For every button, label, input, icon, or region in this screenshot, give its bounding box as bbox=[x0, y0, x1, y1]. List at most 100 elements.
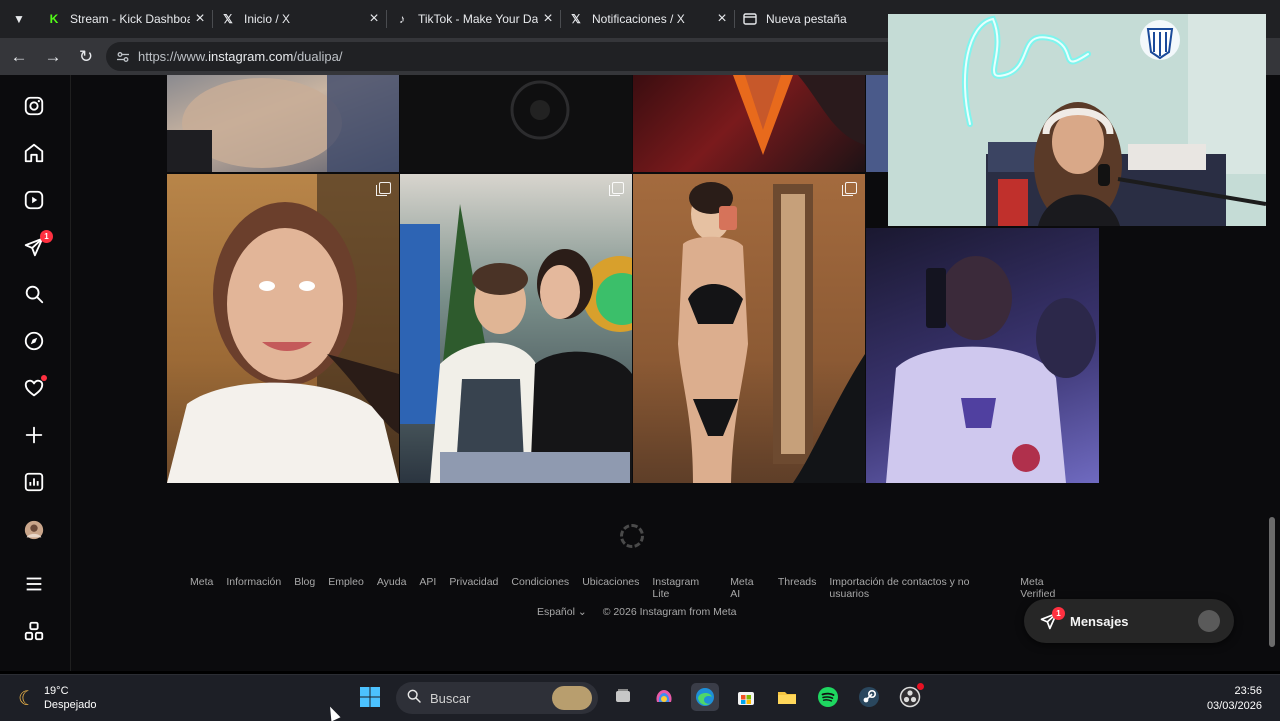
tab-label: Nueva pestaña bbox=[766, 12, 847, 26]
post-thumbnail[interactable] bbox=[633, 174, 865, 483]
system-clock[interactable]: 23:56 03/03/2026 bbox=[1207, 684, 1262, 714]
footer-link[interactable]: Ayuda bbox=[377, 576, 407, 600]
reload-icon[interactable]: ↻ bbox=[73, 44, 99, 70]
new-tab-icon bbox=[742, 11, 758, 27]
scrollbar[interactable] bbox=[1268, 75, 1276, 671]
close-tab-icon[interactable]: × bbox=[190, 10, 210, 28]
tab-kick-dashboard[interactable]: K Stream - Kick Dashboard × bbox=[38, 4, 210, 34]
messages-badge: 1 bbox=[1052, 607, 1065, 620]
post-thumbnail[interactable] bbox=[400, 174, 632, 483]
weather-temperature: 19°C bbox=[43, 685, 69, 697]
scroll-thumb[interactable] bbox=[1269, 517, 1275, 647]
windows-start-icon[interactable] bbox=[356, 683, 384, 711]
tab-label: Notificaciones / X bbox=[592, 12, 685, 26]
url-prefix: https://www. bbox=[138, 49, 209, 64]
copilot-icon[interactable] bbox=[650, 683, 678, 711]
direct-icon: 1 bbox=[1038, 607, 1065, 632]
more-menu-icon[interactable] bbox=[20, 570, 48, 598]
direct-icon[interactable]: 1 bbox=[20, 230, 53, 261]
post-thumbnail[interactable] bbox=[866, 75, 888, 172]
dashboard-icon[interactable] bbox=[20, 468, 48, 496]
post-thumbnail[interactable] bbox=[633, 75, 865, 172]
tab-nueva-pestana[interactable]: Nueva pestaña bbox=[734, 4, 884, 34]
footer-link[interactable]: Información bbox=[226, 576, 281, 600]
post-thumbnail[interactable] bbox=[167, 75, 399, 172]
language-label: Español bbox=[537, 606, 575, 618]
carousel-icon bbox=[842, 182, 857, 196]
url-host: instagram.com bbox=[208, 49, 294, 64]
clock-time: 23:56 bbox=[1234, 685, 1262, 697]
instagram-logo-icon[interactable] bbox=[20, 92, 48, 120]
microsoft-store-icon[interactable] bbox=[732, 683, 760, 711]
footer-link[interactable]: Empleo bbox=[328, 576, 364, 600]
back-arrow-icon[interactable]: ← bbox=[6, 44, 32, 70]
avatar bbox=[1198, 610, 1220, 632]
footer-meta: Español ⌄ © 2026 Instagram from Meta bbox=[537, 606, 736, 618]
post-thumbnail[interactable] bbox=[400, 75, 632, 172]
recording-indicator bbox=[917, 683, 924, 690]
tab-tiktok[interactable]: ♪ TikTok - Make Your Day × bbox=[386, 4, 558, 34]
also-from-meta-icon[interactable] bbox=[20, 617, 48, 645]
footer-link[interactable]: Meta bbox=[190, 576, 213, 600]
create-plus-icon[interactable] bbox=[20, 421, 48, 449]
chevron-down-icon: ⌄ bbox=[577, 606, 587, 618]
copyright: © 2026 Instagram from Meta bbox=[602, 606, 737, 618]
site-info-icon[interactable] bbox=[116, 50, 130, 64]
steam-icon[interactable] bbox=[855, 683, 883, 711]
x-icon: 𝕏 bbox=[571, 12, 581, 26]
profile-avatar[interactable] bbox=[20, 516, 48, 544]
notifications-heart-icon[interactable] bbox=[20, 374, 48, 402]
notification-dot bbox=[41, 375, 47, 381]
address-bar[interactable]: https://www.instagram.com/dualipa/ bbox=[106, 42, 906, 71]
tab-inicio-x[interactable]: 𝕏 Inicio / X × bbox=[212, 4, 384, 34]
weather-condition: Despejado bbox=[43, 699, 97, 711]
forward-arrow-icon[interactable]: → bbox=[40, 44, 66, 70]
home-icon[interactable] bbox=[20, 139, 48, 167]
instagram-sidebar: 1 bbox=[0, 75, 71, 671]
footer-link[interactable]: Instagram Lite bbox=[652, 576, 717, 600]
url-text: https://www.instagram.com/dualipa/ bbox=[138, 49, 342, 64]
close-tab-icon[interactable]: × bbox=[364, 10, 384, 28]
footer-link[interactable]: Meta AI bbox=[730, 576, 765, 600]
footer-link[interactable]: Threads bbox=[778, 576, 817, 600]
url-path: /dualipa/ bbox=[293, 49, 343, 64]
windows-taskbar: ☾ 19°C Despejado Buscar 23:56 03/03/2026 bbox=[0, 674, 1280, 721]
messages-label: Mensajes bbox=[1070, 613, 1129, 629]
footer-link[interactable]: API bbox=[419, 576, 436, 600]
file-explorer-icon[interactable] bbox=[773, 683, 801, 711]
footer-link[interactable]: Condiciones bbox=[511, 576, 569, 600]
close-tab-icon[interactable]: × bbox=[538, 10, 558, 28]
footer-link[interactable]: Blog bbox=[294, 576, 315, 600]
tab-label: Inicio / X bbox=[244, 12, 291, 26]
tab-notificaciones-x[interactable]: 𝕏 Notificaciones / X × bbox=[560, 4, 732, 34]
search-icon[interactable] bbox=[20, 280, 48, 308]
task-view-icon[interactable] bbox=[609, 683, 637, 711]
tiktok-icon: ♪ bbox=[399, 12, 405, 26]
reels-icon[interactable] bbox=[20, 186, 48, 214]
obs-studio-icon[interactable] bbox=[896, 683, 924, 711]
weather-widget[interactable]: ☾ 19°C Despejado bbox=[18, 684, 97, 712]
language-select[interactable]: Español ⌄ bbox=[537, 606, 587, 618]
footer-link[interactable]: Privacidad bbox=[449, 576, 498, 600]
footer-link[interactable]: Meta Verified bbox=[1020, 576, 1080, 600]
explore-icon[interactable] bbox=[20, 327, 48, 355]
tab-search-chevron-icon[interactable]: ▼ bbox=[6, 6, 32, 32]
footer-link[interactable]: Importación de contactos y no usuarios bbox=[829, 576, 1007, 600]
edge-browser-icon[interactable] bbox=[691, 683, 719, 711]
post-thumbnail[interactable] bbox=[866, 228, 1099, 483]
messages-button[interactable]: 1 Mensajes bbox=[1024, 599, 1234, 643]
footer-link[interactable]: Ubicaciones bbox=[582, 576, 639, 600]
close-tab-icon[interactable]: × bbox=[712, 10, 732, 28]
search-placeholder: Buscar bbox=[430, 690, 471, 706]
loading-spinner-icon bbox=[620, 524, 644, 548]
tab-label: Stream - Kick Dashboard bbox=[70, 12, 190, 26]
direct-badge: 1 bbox=[40, 230, 53, 243]
carousel-icon bbox=[609, 182, 624, 196]
taskbar-search[interactable]: Buscar bbox=[396, 682, 598, 714]
x-icon: 𝕏 bbox=[223, 12, 233, 26]
webcam-overlay bbox=[888, 14, 1266, 226]
post-thumbnail[interactable] bbox=[167, 174, 399, 483]
spotify-icon[interactable] bbox=[814, 683, 842, 711]
kick-icon: K bbox=[49, 12, 59, 26]
clock-date: 03/03/2026 bbox=[1206, 700, 1262, 712]
